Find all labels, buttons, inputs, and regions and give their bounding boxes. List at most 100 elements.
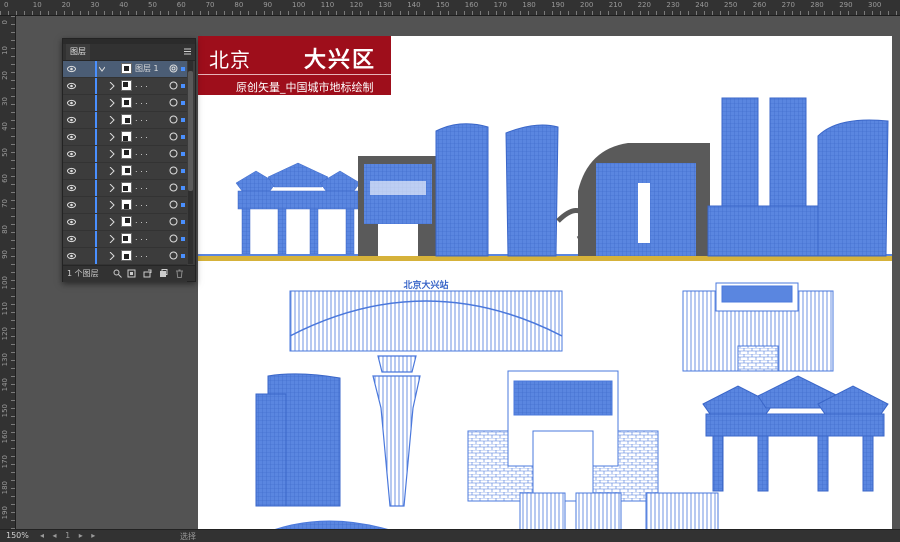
- zoom-level[interactable]: 150%: [6, 531, 29, 540]
- sublayer-name[interactable]: . . .: [135, 233, 148, 242]
- artboard-navigator[interactable]: ◂ ◂ 1 ▸ ▸: [40, 531, 98, 540]
- sublayer-name[interactable]: . . .: [135, 182, 148, 191]
- chevron-right-icon[interactable]: [109, 133, 115, 141]
- eye-icon[interactable]: [67, 167, 76, 175]
- chevron-right-icon[interactable]: [109, 201, 115, 209]
- ruler-tick-label: 70: [205, 1, 215, 9]
- sublayer-row[interactable]: . . .: [63, 163, 187, 180]
- ruler-tick-label: 90: [1, 250, 9, 260]
- sublayer-row[interactable]: . . .: [63, 112, 187, 129]
- sublayer-row[interactable]: . . .: [63, 231, 187, 248]
- target-icon[interactable]: [169, 217, 178, 226]
- sublayer-name[interactable]: . . .: [135, 131, 148, 140]
- layer-color-bar: [95, 197, 97, 213]
- vertical-ruler[interactable]: 0 10 20 30 40 50 60 70 80 90 100 110 120 130 140 150 160…: [0, 16, 16, 529]
- target-icon[interactable]: [169, 98, 178, 107]
- chevron-right-icon[interactable]: [109, 82, 115, 90]
- target-icon[interactable]: [169, 251, 178, 260]
- chevron-right-icon[interactable]: [109, 235, 115, 243]
- eye-icon[interactable]: [67, 133, 76, 141]
- chevron-right-icon[interactable]: [109, 150, 115, 158]
- layer-thumbnail: [121, 250, 132, 261]
- panel-menu-icon[interactable]: [184, 48, 191, 55]
- sublayer-row[interactable]: . . .: [63, 129, 187, 146]
- selection-indicator[interactable]: [181, 203, 185, 207]
- eye-icon[interactable]: [67, 82, 76, 90]
- eye-icon[interactable]: [67, 99, 76, 107]
- sublayer-name[interactable]: . . .: [135, 114, 148, 123]
- chevron-right-icon[interactable]: [109, 99, 115, 107]
- target-icon[interactable]: [169, 234, 178, 243]
- sublayer-row[interactable]: . . .: [63, 197, 187, 214]
- selection-indicator[interactable]: [181, 152, 185, 156]
- target-icon[interactable]: [169, 183, 178, 192]
- eye-icon[interactable]: [67, 150, 76, 158]
- target-icon[interactable]: [169, 149, 178, 158]
- tab-layers[interactable]: 图层: [66, 44, 90, 60]
- chevron-right-icon[interactable]: [109, 184, 115, 192]
- selection-indicator[interactable]: [181, 186, 185, 190]
- sublayer-row[interactable]: . . .: [63, 78, 187, 95]
- clipping-mask-icon[interactable]: [127, 269, 136, 278]
- selection-indicator[interactable]: [181, 220, 185, 224]
- target-icon[interactable]: [169, 132, 178, 141]
- scroll-thumb[interactable]: [188, 71, 193, 191]
- sublayer-name[interactable]: . . .: [135, 97, 148, 106]
- new-layer-icon[interactable]: [159, 269, 168, 278]
- ruler-tick-label: 210: [608, 1, 623, 9]
- target-icon[interactable]: [169, 166, 178, 175]
- chevron-right-icon[interactable]: [109, 116, 115, 124]
- selection-indicator[interactable]: [181, 135, 185, 139]
- chevron-right-icon[interactable]: [109, 167, 115, 175]
- eye-icon[interactable]: [67, 201, 76, 209]
- selection-indicator[interactable]: [181, 84, 185, 88]
- target-icon[interactable]: [169, 81, 178, 90]
- layer-color-bar: [95, 180, 97, 196]
- layer-row-main[interactable]: 图层 1: [63, 61, 187, 78]
- layer-thumbnail: [121, 114, 132, 125]
- horizontal-ruler[interactable]: 0 10 20 30 40 50 60 70 80 90 100 110 120 130 140 150 160…: [0, 0, 900, 16]
- ruler-tick-label: 50: [1, 148, 9, 157]
- eye-icon[interactable]: [67, 184, 76, 192]
- selection-indicator[interactable]: [181, 67, 185, 71]
- status-bar: 150% ◂ ◂ 1 ▸ ▸ 选择: [0, 529, 900, 542]
- layer-name[interactable]: 图层 1: [135, 63, 159, 74]
- eye-icon[interactable]: [67, 218, 76, 226]
- sublayer-row[interactable]: . . .: [63, 146, 187, 163]
- sublayer-row[interactable]: . . .: [63, 180, 187, 197]
- sublayer-name[interactable]: . . .: [135, 148, 148, 157]
- panel-scrollbar[interactable]: [188, 61, 193, 264]
- sublayer-row[interactable]: . . .: [63, 214, 187, 231]
- ruler-tick-label: 100: [1, 276, 9, 290]
- layers-panel[interactable]: 图层 图层 1 . . . . . . . . . . . . . . . . . . . …: [62, 38, 196, 282]
- search-icon[interactable]: [113, 269, 122, 278]
- selection-indicator[interactable]: [181, 237, 185, 241]
- sublayer-name[interactable]: . . .: [135, 199, 148, 208]
- sublayer-name[interactable]: . . .: [135, 216, 148, 225]
- new-sublayer-icon[interactable]: [143, 269, 152, 278]
- selection-indicator[interactable]: [181, 101, 185, 105]
- target-icon[interactable]: [169, 64, 178, 73]
- layer-thumbnail: [121, 165, 132, 176]
- chevron-right-icon[interactable]: [109, 218, 115, 226]
- sublayer-row[interactable]: . . .: [63, 95, 187, 112]
- chevron-right-icon[interactable]: [109, 252, 115, 260]
- eye-icon[interactable]: [67, 235, 76, 243]
- selection-indicator[interactable]: [181, 169, 185, 173]
- trash-icon[interactable]: [175, 269, 184, 278]
- artboard[interactable]: 北京 大兴区 原创矢量_中国城市地标绘制 北京大兴站: [198, 36, 892, 536]
- status-info[interactable]: 选择: [180, 531, 196, 542]
- sublayer-row[interactable]: . . .: [63, 248, 187, 265]
- eye-icon[interactable]: [67, 116, 76, 124]
- target-icon[interactable]: [169, 200, 178, 209]
- eye-icon[interactable]: [67, 65, 76, 73]
- eye-icon[interactable]: [67, 252, 76, 260]
- chevron-down-icon[interactable]: [99, 65, 105, 73]
- ruler-tick-label: 230: [666, 1, 680, 9]
- selection-indicator[interactable]: [181, 254, 185, 258]
- sublayer-name[interactable]: . . .: [135, 165, 148, 174]
- selection-indicator[interactable]: [181, 118, 185, 122]
- sublayer-name[interactable]: . . .: [135, 250, 148, 259]
- sublayer-name[interactable]: . . .: [135, 80, 148, 89]
- target-icon[interactable]: [169, 115, 178, 124]
